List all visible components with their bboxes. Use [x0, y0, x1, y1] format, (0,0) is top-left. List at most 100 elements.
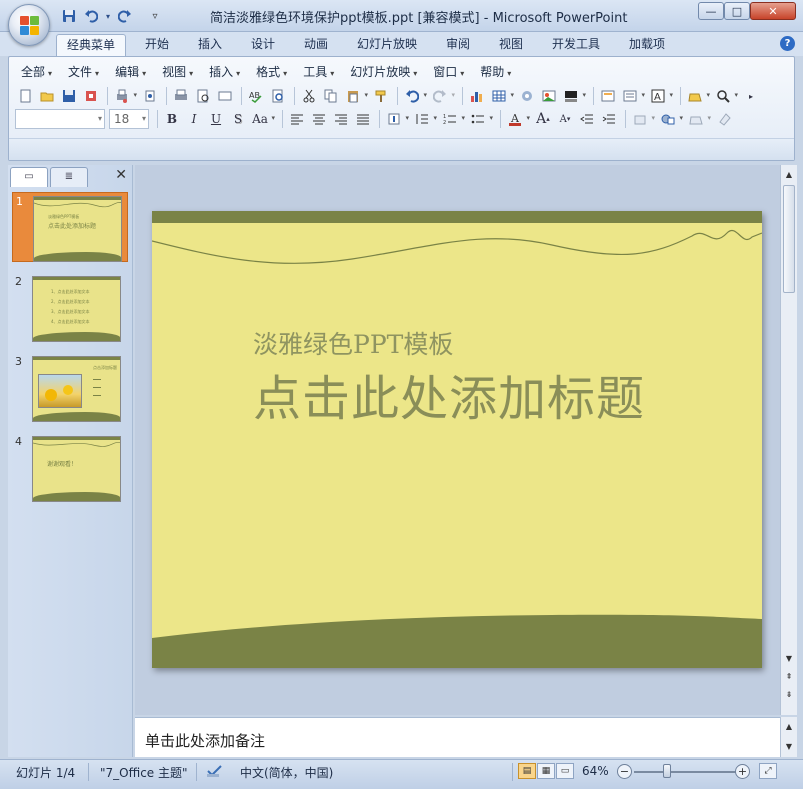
slide-editor[interactable]: 淡雅绿色PPT模板 点击此处添加标题	[135, 165, 780, 715]
menu-window[interactable]: 窗口 ▾	[425, 61, 472, 83]
justify-icon[interactable]	[353, 109, 373, 129]
redo-icon[interactable]	[116, 7, 134, 25]
tab-review[interactable]: 审阅	[436, 34, 480, 56]
tab-classic-menu[interactable]: 经典菜单	[56, 34, 127, 56]
notes-placeholder[interactable]: 单击此处添加备注	[145, 730, 265, 751]
spelling-icon[interactable]: AB	[246, 86, 266, 106]
tab-addins[interactable]: 加载项	[619, 34, 675, 56]
shrink-font-icon[interactable]: A ▾	[555, 109, 575, 129]
menu-view[interactable]: 视图 ▾	[154, 61, 201, 83]
page-setup-icon[interactable]	[215, 86, 235, 106]
insert-picture-icon[interactable]	[539, 86, 559, 106]
next-slide-icon[interactable]: ⇟	[781, 687, 797, 703]
print-preview-icon[interactable]	[193, 86, 213, 106]
zoom-slider[interactable]	[634, 771, 736, 773]
slide-sorter-icon[interactable]: ▦	[537, 763, 555, 779]
slideshow-view-icon[interactable]: ▭	[556, 763, 574, 779]
menu-slideshow[interactable]: 幻灯片放映 ▾	[342, 61, 425, 83]
scroll-up-icon[interactable]: ▲	[781, 167, 797, 183]
find-icon[interactable]	[713, 86, 738, 106]
more-icon[interactable]: ▸	[741, 86, 761, 106]
menu-edit[interactable]: 编辑 ▾	[107, 61, 154, 83]
underline-button[interactable]: U	[206, 109, 226, 129]
change-case-button[interactable]: Aa	[250, 109, 275, 129]
research-icon[interactable]	[268, 86, 288, 106]
tab-developer[interactable]: 开发工具	[542, 34, 610, 56]
new-slide-icon[interactable]	[598, 86, 618, 106]
scroll-down-icon[interactable]: ▼	[781, 651, 797, 667]
tab-slides-icon[interactable]: ▭	[10, 167, 48, 187]
align-center-icon[interactable]	[309, 109, 329, 129]
shapes-icon[interactable]	[658, 109, 683, 129]
attach-icon[interactable]	[140, 86, 160, 106]
minimize-button[interactable]: —	[698, 2, 724, 20]
save-icon[interactable]	[60, 7, 78, 25]
undo-icon[interactable]	[82, 7, 100, 25]
grow-font-icon[interactable]: A ▴	[533, 109, 553, 129]
clip-art-icon[interactable]	[517, 86, 537, 106]
help-icon[interactable]: ?	[780, 36, 795, 51]
open-folder-icon[interactable]	[37, 86, 57, 106]
menu-file[interactable]: 文件 ▾	[60, 61, 107, 83]
slide-subtitle[interactable]: 淡雅绿色PPT模板	[253, 325, 453, 361]
align-right-icon[interactable]	[331, 109, 351, 129]
language-indicator[interactable]: 中文(简体，中国)	[240, 764, 333, 781]
fit-to-window-icon[interactable]: ⤢	[759, 763, 777, 779]
font-size-combo[interactable]: 18 ▾	[109, 109, 149, 129]
zoom-level[interactable]: 64%	[582, 764, 609, 778]
print-icon[interactable]	[112, 86, 137, 106]
menu-tools[interactable]: 工具 ▾	[295, 61, 342, 83]
slide-thumbnail-3[interactable]: 3 点击添加标题	[12, 353, 128, 423]
increase-indent-icon[interactable]	[599, 109, 619, 129]
text-direction-icon[interactable]	[384, 109, 409, 129]
copy-icon[interactable]	[321, 86, 341, 106]
tab-animation[interactable]: 动画	[294, 34, 338, 56]
slide-thumbnail-2[interactable]: 2 1、点击此处添加文本 2、点击此处添加文本 3、点击此处添加文本 4、点击此…	[12, 273, 128, 343]
undo-dropdown-icon[interactable]: ▾	[104, 7, 112, 25]
scrollbar-thumb[interactable]	[783, 185, 795, 293]
close-button[interactable]: ✕	[750, 2, 796, 20]
shadow-button[interactable]: S	[228, 109, 248, 129]
bullets-icon[interactable]	[468, 109, 493, 129]
tab-insert[interactable]: 插入	[188, 34, 232, 56]
office-button[interactable]	[8, 4, 50, 46]
slide-layout-icon[interactable]	[620, 86, 645, 106]
numbering-icon[interactable]: 12	[440, 109, 465, 129]
spell-check-icon[interactable]	[206, 764, 224, 781]
notes-scroll-down-icon[interactable]: ▼	[781, 739, 797, 755]
undo-icon[interactable]	[402, 86, 427, 106]
zoom-out-icon[interactable]: −	[617, 764, 632, 779]
align-left-icon[interactable]	[287, 109, 307, 129]
font-color-button[interactable]: A	[505, 109, 530, 129]
tab-view[interactable]: 视图	[489, 34, 533, 56]
tab-design[interactable]: 设计	[241, 34, 285, 56]
notes-scrollbar[interactable]: ▲ ▼	[780, 717, 797, 757]
menu-all[interactable]: 全部 ▾	[13, 61, 60, 83]
line-spacing-icon[interactable]	[412, 109, 437, 129]
fill-color-icon[interactable]	[685, 86, 710, 106]
notes-pane[interactable]: 单击此处添加备注	[135, 717, 780, 757]
format-painter-icon[interactable]	[371, 86, 391, 106]
zoom-slider-thumb[interactable]	[662, 764, 671, 778]
maximize-button[interactable]: □	[724, 2, 750, 20]
bold-button[interactable]: B	[162, 109, 182, 129]
design-icon[interactable]	[630, 109, 655, 129]
customize-qat-button[interactable]: ▿	[148, 7, 162, 25]
tab-outline-icon[interactable]: ≣	[50, 167, 88, 187]
font-name-combo[interactable]: ▾	[15, 109, 105, 129]
notes-scroll-up-icon[interactable]: ▲	[781, 719, 797, 735]
shape-fill-icon[interactable]	[686, 109, 711, 129]
insert-chart-icon[interactable]	[467, 86, 487, 106]
slide-thumbnail-4[interactable]: 4 谢谢观看！	[12, 433, 128, 503]
menu-help[interactable]: 帮助 ▾	[472, 61, 519, 83]
vertical-scrollbar[interactable]: ▲ ▼ ⇞ ⇟	[780, 165, 797, 715]
previous-slide-icon[interactable]: ⇞	[781, 669, 797, 685]
quick-print-icon[interactable]	[171, 86, 191, 106]
permission-icon[interactable]	[81, 86, 101, 106]
zoom-in-icon[interactable]: +	[735, 764, 750, 779]
slide-title[interactable]: 点击此处添加标题	[253, 359, 645, 429]
tab-home[interactable]: 开始	[135, 34, 179, 56]
save-icon[interactable]	[59, 86, 79, 106]
italic-button[interactable]: I	[184, 109, 204, 129]
color-scheme-icon[interactable]	[561, 86, 586, 106]
